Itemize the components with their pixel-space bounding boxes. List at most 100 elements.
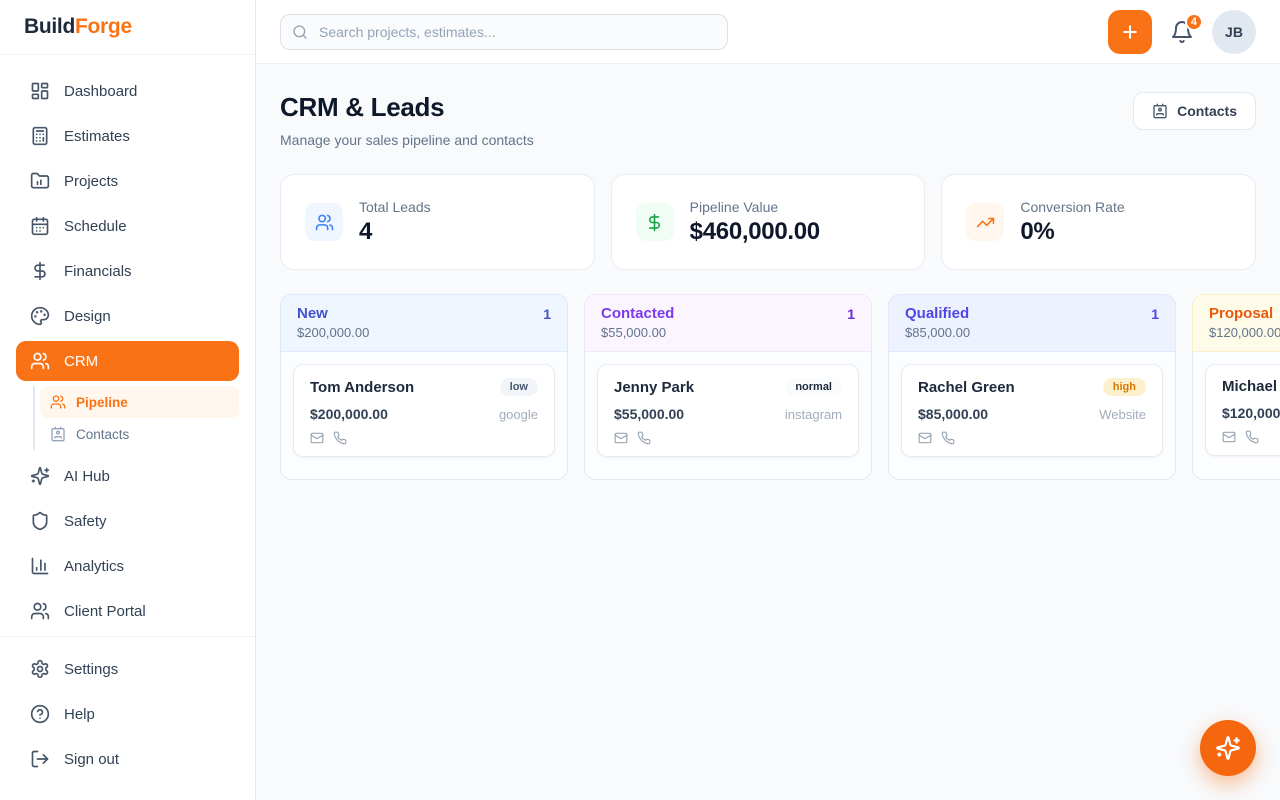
phone-icon[interactable] bbox=[333, 431, 347, 445]
column-body: Jenny Park normal $55,000.00 instagram bbox=[584, 352, 872, 480]
avatar[interactable]: JB bbox=[1212, 10, 1256, 54]
column-total: $55,000.00 bbox=[601, 325, 855, 340]
plus-icon bbox=[1120, 22, 1140, 42]
priority-badge: low bbox=[500, 378, 538, 396]
search-input[interactable] bbox=[280, 14, 728, 50]
column-title: Qualified bbox=[905, 305, 969, 322]
stat-label: Conversion Rate bbox=[1020, 199, 1124, 215]
stat-label: Pipeline Value bbox=[690, 199, 820, 215]
stat-card-conversion-rate: Conversion Rate 0% bbox=[941, 174, 1256, 270]
stat-card-total-leads: Total Leads 4 bbox=[280, 174, 595, 270]
sidebar-item-financials[interactable]: Financials bbox=[16, 251, 239, 291]
notifications-button[interactable]: 4 bbox=[1170, 20, 1194, 44]
users-icon bbox=[30, 601, 50, 621]
lead-card[interactable]: Jenny Park normal $55,000.00 instagram bbox=[597, 364, 859, 457]
calculator-icon bbox=[30, 126, 50, 146]
lead-card[interactable]: Michael $120,000.00 bbox=[1205, 364, 1280, 456]
mail-icon[interactable] bbox=[918, 431, 932, 445]
stat-value: $460,000.00 bbox=[690, 218, 820, 246]
sidebar: BuildForge Dashboard Estimates Projects … bbox=[0, 0, 256, 800]
contacts-button[interactable]: Contacts bbox=[1133, 92, 1256, 130]
lead-name: Rachel Green bbox=[918, 379, 1015, 396]
lead-value: $200,000.00 bbox=[310, 406, 388, 422]
column-count: 1 bbox=[1151, 306, 1159, 322]
lead-card[interactable]: Tom Anderson low $200,000.00 google bbox=[293, 364, 555, 457]
page-content: CRM & Leads Manage your sales pipeline a… bbox=[256, 64, 1280, 800]
sidebar-item-sign-out[interactable]: Sign out bbox=[16, 739, 239, 779]
sidebar-nav: Dashboard Estimates Projects Schedule Fi… bbox=[0, 55, 255, 636]
phone-icon[interactable] bbox=[941, 431, 955, 445]
contact-card-icon bbox=[1152, 103, 1168, 119]
mail-icon[interactable] bbox=[1222, 430, 1236, 444]
mail-icon[interactable] bbox=[310, 431, 324, 445]
column-title: Proposal bbox=[1209, 305, 1273, 322]
sidebar-item-label: Dashboard bbox=[64, 83, 137, 100]
sidebar-item-dashboard[interactable]: Dashboard bbox=[16, 71, 239, 111]
log-out-icon bbox=[30, 749, 50, 769]
sidebar-item-label: Client Portal bbox=[64, 603, 146, 620]
notification-badge: 4 bbox=[1185, 13, 1203, 31]
add-button[interactable] bbox=[1108, 10, 1152, 54]
column-total: $120,000.00 bbox=[1209, 325, 1280, 340]
ai-assistant-fab[interactable] bbox=[1200, 720, 1256, 776]
sparkles-icon bbox=[30, 466, 50, 486]
brand-logo[interactable]: BuildForge bbox=[0, 0, 255, 55]
sidebar-item-help[interactable]: Help bbox=[16, 694, 239, 734]
lead-name: Tom Anderson bbox=[310, 379, 414, 396]
stat-value: 4 bbox=[359, 218, 431, 246]
sidebar-item-label: Design bbox=[64, 308, 111, 325]
sidebar-item-estimates[interactable]: Estimates bbox=[16, 116, 239, 156]
page-subtitle: Manage your sales pipeline and contacts bbox=[280, 132, 534, 148]
users-icon bbox=[305, 203, 343, 241]
contact-card-icon bbox=[50, 426, 66, 442]
mail-icon[interactable] bbox=[614, 431, 628, 445]
column-body: Michael $120,000.00 bbox=[1192, 352, 1280, 480]
topbar: 4 JB bbox=[256, 0, 1280, 64]
sidebar-subitem-label: Pipeline bbox=[76, 395, 128, 410]
sidebar-item-settings[interactable]: Settings bbox=[16, 649, 239, 689]
page-header-text: CRM & Leads Manage your sales pipeline a… bbox=[280, 92, 534, 148]
lead-card[interactable]: Rachel Green high $85,000.00 Website bbox=[901, 364, 1163, 457]
lead-value: $55,000.00 bbox=[614, 406, 684, 422]
phone-icon[interactable] bbox=[637, 431, 651, 445]
dollar-icon bbox=[636, 203, 674, 241]
main-area: 4 JB CRM & Leads Manage your sales pipel… bbox=[256, 0, 1280, 800]
sidebar-item-crm[interactable]: CRM bbox=[16, 341, 239, 381]
lead-source: Website bbox=[1099, 407, 1146, 422]
topbar-actions: 4 JB bbox=[1108, 10, 1256, 54]
pipeline-column-new: New 1 $200,000.00 Tom Anderson low bbox=[280, 294, 568, 480]
sidebar-item-client-portal[interactable]: Client Portal bbox=[16, 591, 239, 631]
dashboard-icon bbox=[30, 81, 50, 101]
column-total: $200,000.00 bbox=[297, 325, 551, 340]
column-header: New 1 $200,000.00 bbox=[280, 294, 568, 352]
sidebar-item-safety[interactable]: Safety bbox=[16, 501, 239, 541]
sidebar-subitem-pipeline[interactable]: Pipeline bbox=[40, 386, 239, 418]
phone-icon[interactable] bbox=[1245, 430, 1259, 444]
sidebar-item-label: AI Hub bbox=[64, 468, 110, 485]
sidebar-item-label: Analytics bbox=[64, 558, 124, 575]
stat-text: Pipeline Value $460,000.00 bbox=[690, 199, 820, 246]
sidebar-item-schedule[interactable]: Schedule bbox=[16, 206, 239, 246]
sidebar-item-design[interactable]: Design bbox=[16, 296, 239, 336]
sidebar-item-label: Schedule bbox=[64, 218, 127, 235]
search-icon bbox=[292, 24, 308, 40]
dollar-icon bbox=[30, 261, 50, 281]
priority-badge: high bbox=[1103, 378, 1146, 396]
sidebar-subitem-contacts[interactable]: Contacts bbox=[40, 418, 239, 450]
sidebar-item-label: Estimates bbox=[64, 128, 130, 145]
pipeline-column-contacted: Contacted 1 $55,000.00 Jenny Park normal bbox=[584, 294, 872, 480]
page-title: CRM & Leads bbox=[280, 92, 534, 123]
page-header: CRM & Leads Manage your sales pipeline a… bbox=[280, 92, 1256, 148]
palette-icon bbox=[30, 306, 50, 326]
column-header: Contacted 1 $55,000.00 bbox=[584, 294, 872, 352]
column-header: Qualified 1 $85,000.00 bbox=[888, 294, 1176, 352]
lead-source: google bbox=[499, 407, 538, 422]
sidebar-item-analytics[interactable]: Analytics bbox=[16, 546, 239, 586]
column-title: Contacted bbox=[601, 305, 674, 322]
sidebar-item-projects[interactable]: Projects bbox=[16, 161, 239, 201]
pipeline-column-proposal: Proposal 1 $120,000.00 Michael $ bbox=[1192, 294, 1280, 480]
sidebar-item-label: Sign out bbox=[64, 751, 119, 768]
crm-submenu: Pipeline Contacts bbox=[33, 386, 239, 450]
sidebar-item-ai-hub[interactable]: AI Hub bbox=[16, 456, 239, 496]
pipeline-column-qualified: Qualified 1 $85,000.00 Rachel Green high bbox=[888, 294, 1176, 480]
